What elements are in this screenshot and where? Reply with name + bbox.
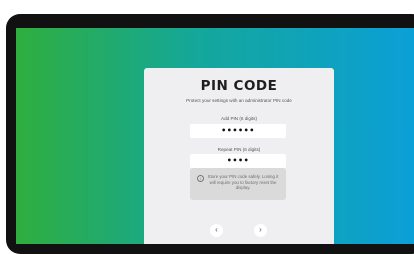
repeat-pin-label: Repeat PIN (6 digits) — [217, 147, 261, 152]
pin-code-dialog: PIN CODE Protect your settings with an a… — [144, 68, 334, 244]
info-notice: i Store your PIN code safely. Losing it … — [190, 168, 286, 200]
chevron-left-icon: ‹ — [215, 225, 218, 234]
repeat-pin-input[interactable]: •••• — [190, 154, 286, 168]
dialog-subtitle: Protect your settings with an administra… — [186, 98, 292, 103]
back-button[interactable]: ‹ — [210, 224, 223, 237]
info-icon: i — [197, 175, 204, 182]
dialog-title: PIN CODE — [200, 78, 278, 94]
next-button[interactable]: › — [254, 224, 267, 237]
add-pin-label: Add PIN (6 digits) — [221, 116, 257, 121]
info-notice-text: Store your PIN code safely. Losing it wi… — [207, 174, 279, 191]
add-pin-input[interactable]: •••••• — [190, 124, 286, 138]
chevron-right-icon: › — [259, 225, 262, 234]
display-screen: PIN CODE Protect your settings with an a… — [16, 28, 414, 244]
